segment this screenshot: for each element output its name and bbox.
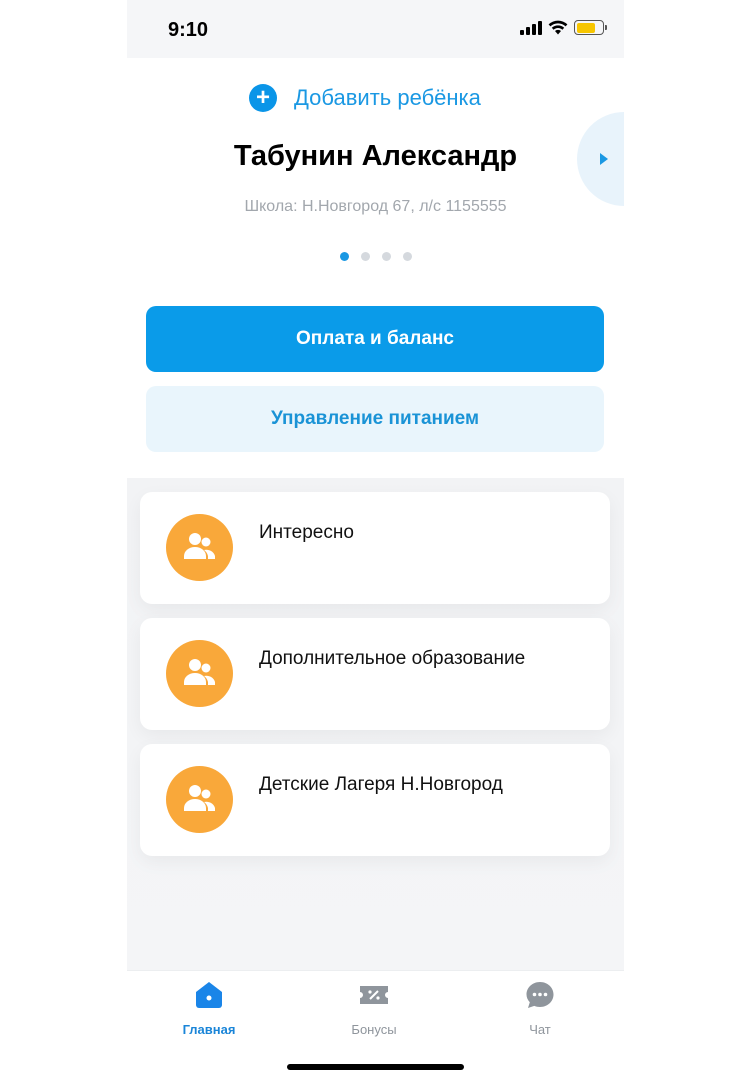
- list-item-title: Дополнительное образование: [259, 648, 526, 669]
- child-name: Табунин Александр: [233, 140, 518, 172]
- tab-home[interactable]: Главная: [149, 979, 269, 1037]
- group-icon: [166, 766, 233, 833]
- tab-home-label: Главная: [182, 1022, 236, 1037]
- list-item[interactable]: Интересно: [140, 492, 610, 604]
- wifi-icon: [548, 20, 568, 35]
- group-icon: [166, 640, 233, 707]
- tab-chat[interactable]: Чат: [480, 979, 600, 1037]
- page-dot: [381, 252, 391, 261]
- add-child-label: Добавить ребёнка: [294, 85, 481, 110]
- page-dot: [402, 252, 412, 261]
- payment-balance-button[interactable]: Оплата и баланс: [146, 306, 604, 372]
- list-item-title: Детские Лагеря Н.Новгород: [259, 774, 503, 795]
- page-indicator: [127, 252, 624, 261]
- page-dot: [339, 252, 349, 261]
- next-child-button[interactable]: [577, 112, 624, 206]
- add-child-button[interactable]: + Добавить ребёнка: [249, 84, 481, 112]
- battery-icon: [574, 20, 607, 35]
- app-screen: 9:10 + Добавить ребёнка Табунин Александ…: [127, 0, 624, 1080]
- home-indicator[interactable]: [287, 1064, 464, 1070]
- tab-bonuses-label: Бонусы: [351, 1022, 397, 1037]
- school-info: Школа: Н.Новгород 67, л/с 1155555: [244, 198, 507, 215]
- plus-icon: +: [249, 84, 277, 112]
- feed-list: Интересно Дополнительное образование Дет…: [127, 478, 624, 970]
- cellular-signal-icon: [520, 20, 542, 35]
- chevron-right-icon: [600, 153, 608, 165]
- status-icons: [520, 20, 607, 35]
- tab-bonuses[interactable]: Бонусы: [314, 979, 434, 1037]
- tab-chat-label: Чат: [529, 1022, 551, 1037]
- status-bar: 9:10: [127, 0, 624, 58]
- list-item[interactable]: Детские Лагеря Н.Новгород: [140, 744, 610, 856]
- food-management-button[interactable]: Управление питанием: [146, 386, 604, 452]
- page-dot: [360, 252, 370, 261]
- tab-bar: Главная Бонусы Чат: [127, 970, 624, 1080]
- list-item[interactable]: Дополнительное образование: [140, 618, 610, 730]
- status-time: 9:10: [168, 19, 209, 41]
- group-icon: [166, 514, 233, 581]
- list-item-title: Интересно: [259, 522, 354, 543]
- ticket-icon: [360, 986, 388, 1004]
- chat-icon: [526, 982, 554, 1008]
- home-icon: [196, 982, 222, 1008]
